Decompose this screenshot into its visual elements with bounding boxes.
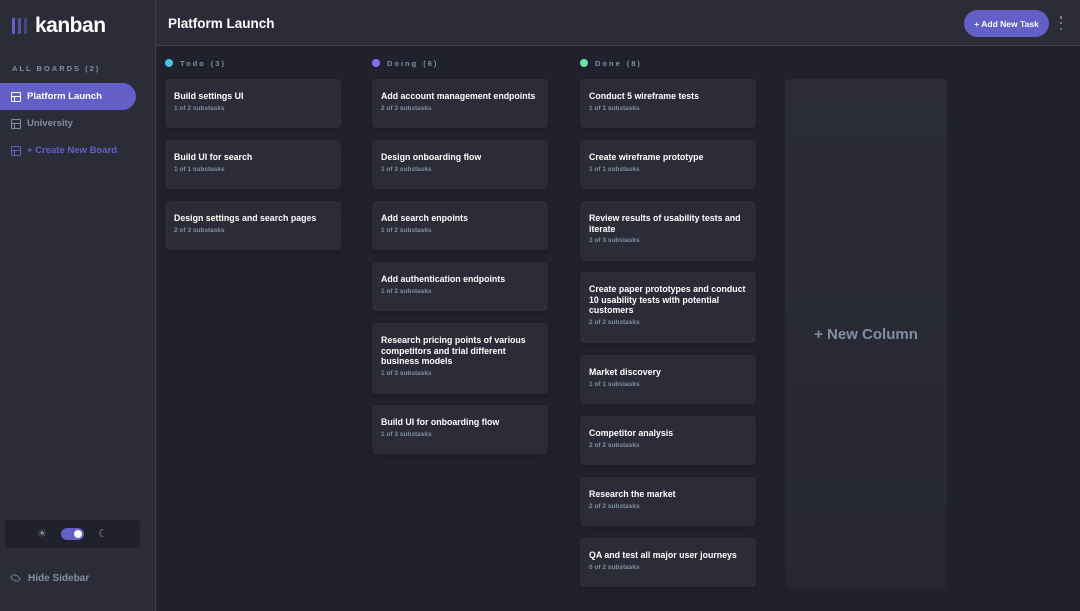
task-subtasks: 2 of 3 substasks	[174, 226, 225, 234]
column-done: Done (8) Conduct 5 wireframe tests 1 of 1…	[580, 56, 756, 587]
task-title: Research pricing points of various compe…	[381, 335, 526, 366]
board-label: Platform Launch	[27, 91, 102, 102]
task-title: Review results of usability tests and it…	[589, 213, 741, 234]
task-subtasks: 2 of 2 substasks	[589, 318, 640, 326]
board-icon	[11, 145, 21, 156]
task-card[interactable]: QA and test all major user journeys 0 of…	[580, 538, 756, 587]
task-subtasks: 1 of 3 substasks	[381, 430, 432, 438]
switch-knob	[74, 530, 82, 538]
task-subtasks: 1 of 3 substasks	[381, 369, 432, 377]
create-board-label: + Create New Board	[27, 145, 118, 156]
hide-sidebar-button[interactable]: Hide Sidebar	[10, 571, 89, 585]
task-card[interactable]: Design onboarding flow 1 of 3 substasks	[372, 140, 548, 189]
task-card[interactable]: Add authentication endpoints 1 of 2 subs…	[372, 262, 548, 311]
sun-icon: ☀	[37, 527, 47, 540]
task-card[interactable]: Competitor analysis 2 of 2 substasks	[580, 416, 756, 465]
task-card[interactable]: Add search enpoints 1 of 2 substasks	[372, 201, 548, 250]
column-count: (8)	[626, 58, 642, 68]
task-title: Research the market	[589, 489, 676, 499]
board-list: Platform Launch University + Create New …	[0, 83, 136, 164]
task-card[interactable]: Build settings UI 1 of 2 substasks	[165, 79, 341, 128]
task-title: Market discovery	[589, 367, 661, 377]
column-doing: Doing (6) Add account management endpoint…	[372, 56, 548, 454]
column-name: Todo	[180, 58, 206, 68]
logo-icon	[12, 18, 27, 34]
task-subtasks: 1 of 1 substasks	[174, 165, 225, 173]
task-title: Build UI for onboarding flow	[381, 417, 500, 427]
task-title: Competitor analysis	[589, 428, 674, 438]
column-header: Todo (3)	[165, 56, 341, 70]
header: Platform Launch + Add New Task	[156, 0, 1080, 46]
page-title: Platform Launch	[168, 16, 275, 31]
task-subtasks: 2 of 2 substasks	[589, 502, 640, 510]
task-title: Add authentication endpoints	[381, 274, 506, 284]
task-card[interactable]: Build UI for onboarding flow 1 of 3 subs…	[372, 405, 548, 454]
kebab-menu-icon[interactable]	[1058, 16, 1064, 30]
column-header: Done (8)	[580, 56, 756, 70]
status-dot	[165, 59, 173, 67]
status-dot	[580, 59, 588, 67]
task-title: Conduct 5 wireframe tests	[589, 91, 699, 101]
logo-text: kanban	[35, 14, 106, 37]
moon-icon: ☾	[98, 527, 108, 540]
task-card[interactable]: Design settings and search pages 2 of 3 …	[165, 201, 341, 250]
column-count: (3)	[210, 58, 226, 68]
task-subtasks: 1 of 2 substasks	[174, 104, 225, 112]
task-subtasks: 0 of 2 substasks	[589, 563, 640, 571]
board-label: University	[27, 118, 73, 129]
column-name: Doing	[387, 58, 419, 68]
task-subtasks: 1 of 1 substasks	[589, 380, 640, 388]
column-name: Done	[595, 58, 622, 68]
task-subtasks: 1 of 2 substasks	[381, 226, 432, 234]
theme-switch[interactable]	[61, 528, 84, 540]
board-icon	[11, 91, 21, 102]
board-icon	[11, 118, 21, 129]
task-title: Create wireframe prototype	[589, 152, 704, 162]
create-new-board-button[interactable]: + Create New Board	[0, 137, 136, 164]
task-card[interactable]: Review results of usability tests and it…	[580, 201, 756, 261]
task-subtasks: 3 of 3 substasks	[589, 237, 640, 244]
task-subtasks: 2 of 3 substasks	[381, 104, 432, 112]
status-dot	[372, 59, 380, 67]
column-todo: Todo (3) Build settings UI 1 of 2 substas…	[165, 56, 341, 250]
sidebar: kanban ALL BOARDS (2) Platform Launch Un…	[0, 0, 156, 611]
task-card[interactable]: Create wireframe prototype 1 of 1 substa…	[580, 140, 756, 189]
task-card[interactable]: Research the market 2 of 2 substasks	[580, 477, 756, 526]
sidebar-item-university[interactable]: University	[0, 110, 136, 137]
theme-toggle: ☀ ☾	[5, 520, 140, 548]
task-title: Design settings and search pages	[174, 213, 317, 223]
column-count: (6)	[423, 58, 439, 68]
task-title: Design onboarding flow	[381, 152, 482, 162]
task-card[interactable]: Add account management endpoints 2 of 3 …	[372, 79, 548, 128]
task-subtasks: 2 of 2 substasks	[589, 441, 640, 449]
task-title: Build UI for search	[174, 152, 253, 162]
add-new-task-button[interactable]: + Add New Task	[964, 10, 1049, 37]
task-title: QA and test all major user journeys	[589, 550, 737, 560]
task-subtasks: 1 of 2 substasks	[381, 287, 432, 295]
task-subtasks: 1 of 3 substasks	[381, 165, 432, 173]
hide-sidebar-label: Hide Sidebar	[28, 572, 90, 584]
task-card[interactable]: Research pricing points of various compe…	[372, 323, 548, 394]
task-subtasks: 1 of 1 substasks	[589, 104, 640, 112]
task-title: Create paper prototypes and conduct 10 u…	[589, 284, 746, 315]
task-subtasks: 1 of 1 substasks	[589, 165, 640, 173]
task-title: Add account management endpoints	[381, 91, 536, 101]
eye-slash-icon	[10, 572, 21, 584]
sidebar-item-platform-launch[interactable]: Platform Launch	[0, 83, 136, 110]
task-card[interactable]: Market discovery 1 of 1 substasks	[580, 355, 756, 404]
task-title: Build settings UI	[174, 91, 244, 101]
column-header: Doing (6)	[372, 56, 548, 70]
task-card[interactable]: Conduct 5 wireframe tests 1 of 1 substas…	[580, 79, 756, 128]
task-card[interactable]: Create paper prototypes and conduct 10 u…	[580, 272, 756, 343]
logo: kanban	[12, 14, 106, 38]
new-column-button[interactable]: + New Column	[785, 79, 947, 589]
all-boards-heading: ALL BOARDS (2)	[12, 64, 101, 73]
task-title: Add search enpoints	[381, 213, 469, 223]
task-card[interactable]: Build UI for search 1 of 1 substasks	[165, 140, 341, 189]
